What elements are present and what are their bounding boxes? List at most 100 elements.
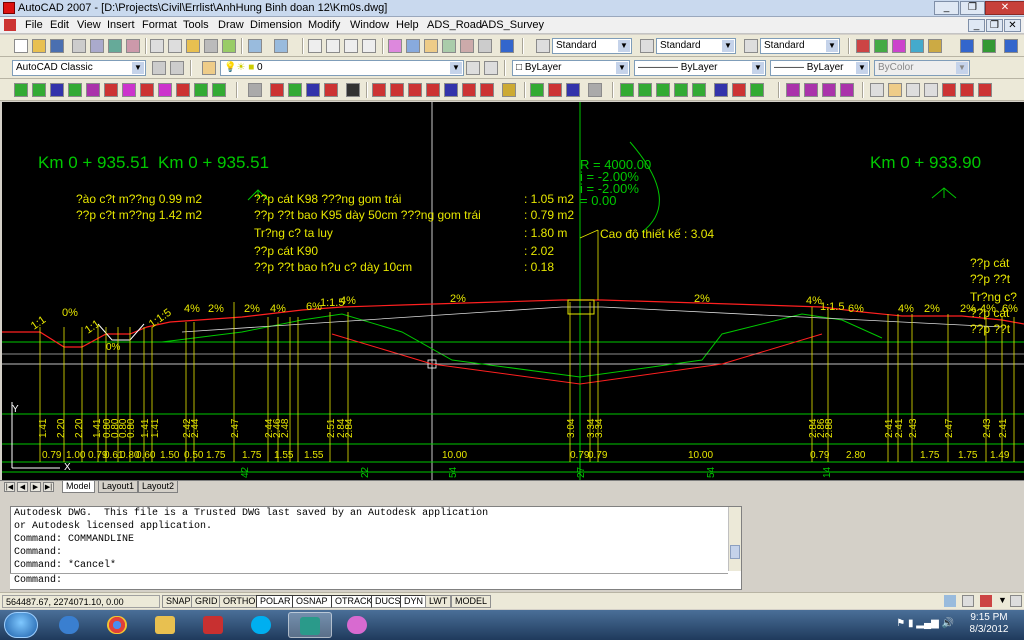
last-tab-button[interactable]: ▶|	[43, 482, 54, 492]
layer-previous-icon[interactable]	[484, 61, 498, 75]
taskbar-app-ie[interactable]	[48, 612, 92, 638]
ads-tool-45-icon[interactable]	[906, 83, 920, 97]
properties-icon[interactable]	[388, 39, 402, 53]
make-layer-current-icon[interactable]	[466, 61, 480, 75]
ads-tool-11-icon[interactable]	[194, 83, 208, 97]
menu-tools[interactable]: Tools	[183, 19, 209, 31]
otrack-toggle[interactable]: OTRACK	[331, 595, 377, 608]
my-workspace-icon[interactable]	[170, 61, 184, 75]
publish-icon[interactable]	[108, 39, 122, 53]
ads-road-icon-5[interactable]	[928, 39, 942, 53]
copy-icon[interactable]	[168, 39, 182, 53]
menu-draw[interactable]: Draw	[218, 19, 244, 31]
communication-center-icon[interactable]	[944, 595, 956, 607]
battery-icon[interactable]: ▮	[908, 618, 914, 629]
design-center-icon[interactable]	[406, 39, 420, 53]
ads-tool-18-icon[interactable]	[346, 83, 360, 97]
lock-icon[interactable]	[962, 595, 974, 607]
lwt-toggle[interactable]: LWT	[425, 595, 452, 608]
sheet-set-icon[interactable]	[442, 39, 456, 53]
ads-tool-24-icon[interactable]	[462, 83, 476, 97]
dim-style-icon[interactable]	[640, 39, 654, 53]
ads-tool-15-icon[interactable]	[288, 83, 302, 97]
ads-tool-8-icon[interactable]	[140, 83, 154, 97]
match-properties-icon[interactable]	[204, 39, 218, 53]
cut-icon[interactable]	[150, 39, 164, 53]
dyn-toggle[interactable]: DYN	[400, 595, 428, 608]
document-icon[interactable]	[4, 19, 16, 31]
close-button[interactable]: ✕	[985, 1, 1024, 15]
ads-tool-22-icon[interactable]	[426, 83, 440, 97]
taskbar-app-skype[interactable]	[240, 612, 284, 638]
ads-tool-25-icon[interactable]	[480, 83, 494, 97]
paste-icon[interactable]	[186, 39, 200, 53]
first-tab-button[interactable]: |◀	[4, 482, 15, 492]
table-style-dropdown[interactable]: Standard ▼	[760, 38, 840, 54]
drawing-canvas[interactable]: Y X Km 0 + 935.51 Km 0 + 935.51 Km 0 + 9…	[2, 102, 1024, 480]
ads-tool-32-icon[interactable]	[638, 83, 652, 97]
model-toggle[interactable]: MODEL	[451, 595, 492, 608]
ads-road-icon-3[interactable]	[892, 39, 906, 53]
menu-edit[interactable]: Edit	[50, 19, 69, 31]
statusbar-menu-icon[interactable]: ▼	[998, 595, 1008, 607]
ads-tool-4-icon[interactable]	[68, 83, 82, 97]
3dwf-icon[interactable]	[126, 39, 140, 53]
calculator-icon[interactable]	[478, 39, 492, 53]
menu-window[interactable]: Window	[350, 19, 389, 31]
redo-icon[interactable]	[274, 39, 288, 53]
open-icon[interactable]	[32, 39, 46, 53]
menu-ads-survey[interactable]: ADS_Survey	[481, 19, 544, 31]
block-editor-icon[interactable]	[222, 39, 236, 53]
taskbar-app-tools[interactable]	[192, 612, 236, 638]
ads-tool-5-icon[interactable]	[86, 83, 100, 97]
ads-tool-40-icon[interactable]	[804, 83, 818, 97]
autocad-app-icon[interactable]	[3, 2, 15, 14]
ads-tool-28-icon[interactable]	[548, 83, 562, 97]
ads-tool-9-icon[interactable]	[158, 83, 172, 97]
layer-dropdown[interactable]: 💡☀ ■ 0 ▼	[220, 60, 464, 76]
help-icon[interactable]	[500, 39, 514, 53]
start-button[interactable]	[4, 612, 38, 638]
undo-icon[interactable]	[248, 39, 262, 53]
prev-tab-button[interactable]: ◀	[17, 482, 28, 492]
taskbar-app-paint[interactable]	[336, 612, 380, 638]
clean-screen-icon[interactable]	[1010, 595, 1022, 607]
ads-tool-36-icon[interactable]	[714, 83, 728, 97]
tool-palettes-icon[interactable]	[424, 39, 438, 53]
snap-toggle[interactable]: SNAP	[162, 595, 195, 608]
ads-tool-41-icon[interactable]	[822, 83, 836, 97]
ads-tool-26-icon[interactable]	[502, 83, 516, 97]
tab-model[interactable]: Model	[62, 481, 95, 493]
doc-close-button[interactable]: ✕	[1004, 19, 1021, 32]
menu-help[interactable]: Help	[396, 19, 419, 31]
ads-tool-17-icon[interactable]	[324, 83, 338, 97]
tray-settings-icon[interactable]	[980, 595, 992, 607]
ads-tool-20-icon[interactable]	[390, 83, 404, 97]
menu-view[interactable]: View	[77, 19, 101, 31]
ads-survey-icon-2[interactable]	[982, 39, 996, 53]
ads-tool-44-icon[interactable]	[888, 83, 902, 97]
ads-tool-10-icon[interactable]	[176, 83, 190, 97]
text-style-dropdown[interactable]: Standard ▼	[552, 38, 632, 54]
linetype-dropdown[interactable]: ———— ByLayer ▼	[634, 60, 766, 76]
color-dropdown[interactable]: □ ByLayer ▼	[512, 60, 630, 76]
tab-layout2[interactable]: Layout2	[138, 481, 179, 493]
grid-toggle[interactable]: GRID	[191, 595, 222, 608]
taskbar-app-chrome[interactable]	[96, 612, 140, 638]
plotstyle-dropdown[interactable]: ByColor ▼	[874, 60, 970, 76]
zoom-previous-icon[interactable]	[362, 39, 376, 53]
zoom-realtime-icon[interactable]	[326, 39, 340, 53]
ads-tool-13-icon[interactable]	[248, 83, 262, 97]
doc-restore-button[interactable]: ❐	[986, 19, 1003, 32]
next-tab-button[interactable]: ▶	[30, 482, 41, 492]
ads-tool-7-icon[interactable]	[122, 83, 136, 97]
pan-icon[interactable]	[308, 39, 322, 53]
doc-minimize-button[interactable]: _	[968, 19, 985, 32]
ads-tool-38-icon[interactable]	[750, 83, 764, 97]
ads-tool-46-icon[interactable]	[924, 83, 938, 97]
ads-road-icon-2[interactable]	[874, 39, 888, 53]
ads-road-icon-4[interactable]	[910, 39, 924, 53]
taskbar-app-autocad[interactable]	[288, 612, 332, 638]
ads-tool-34-icon[interactable]	[674, 83, 688, 97]
ads-tool-47-icon[interactable]	[942, 83, 956, 97]
